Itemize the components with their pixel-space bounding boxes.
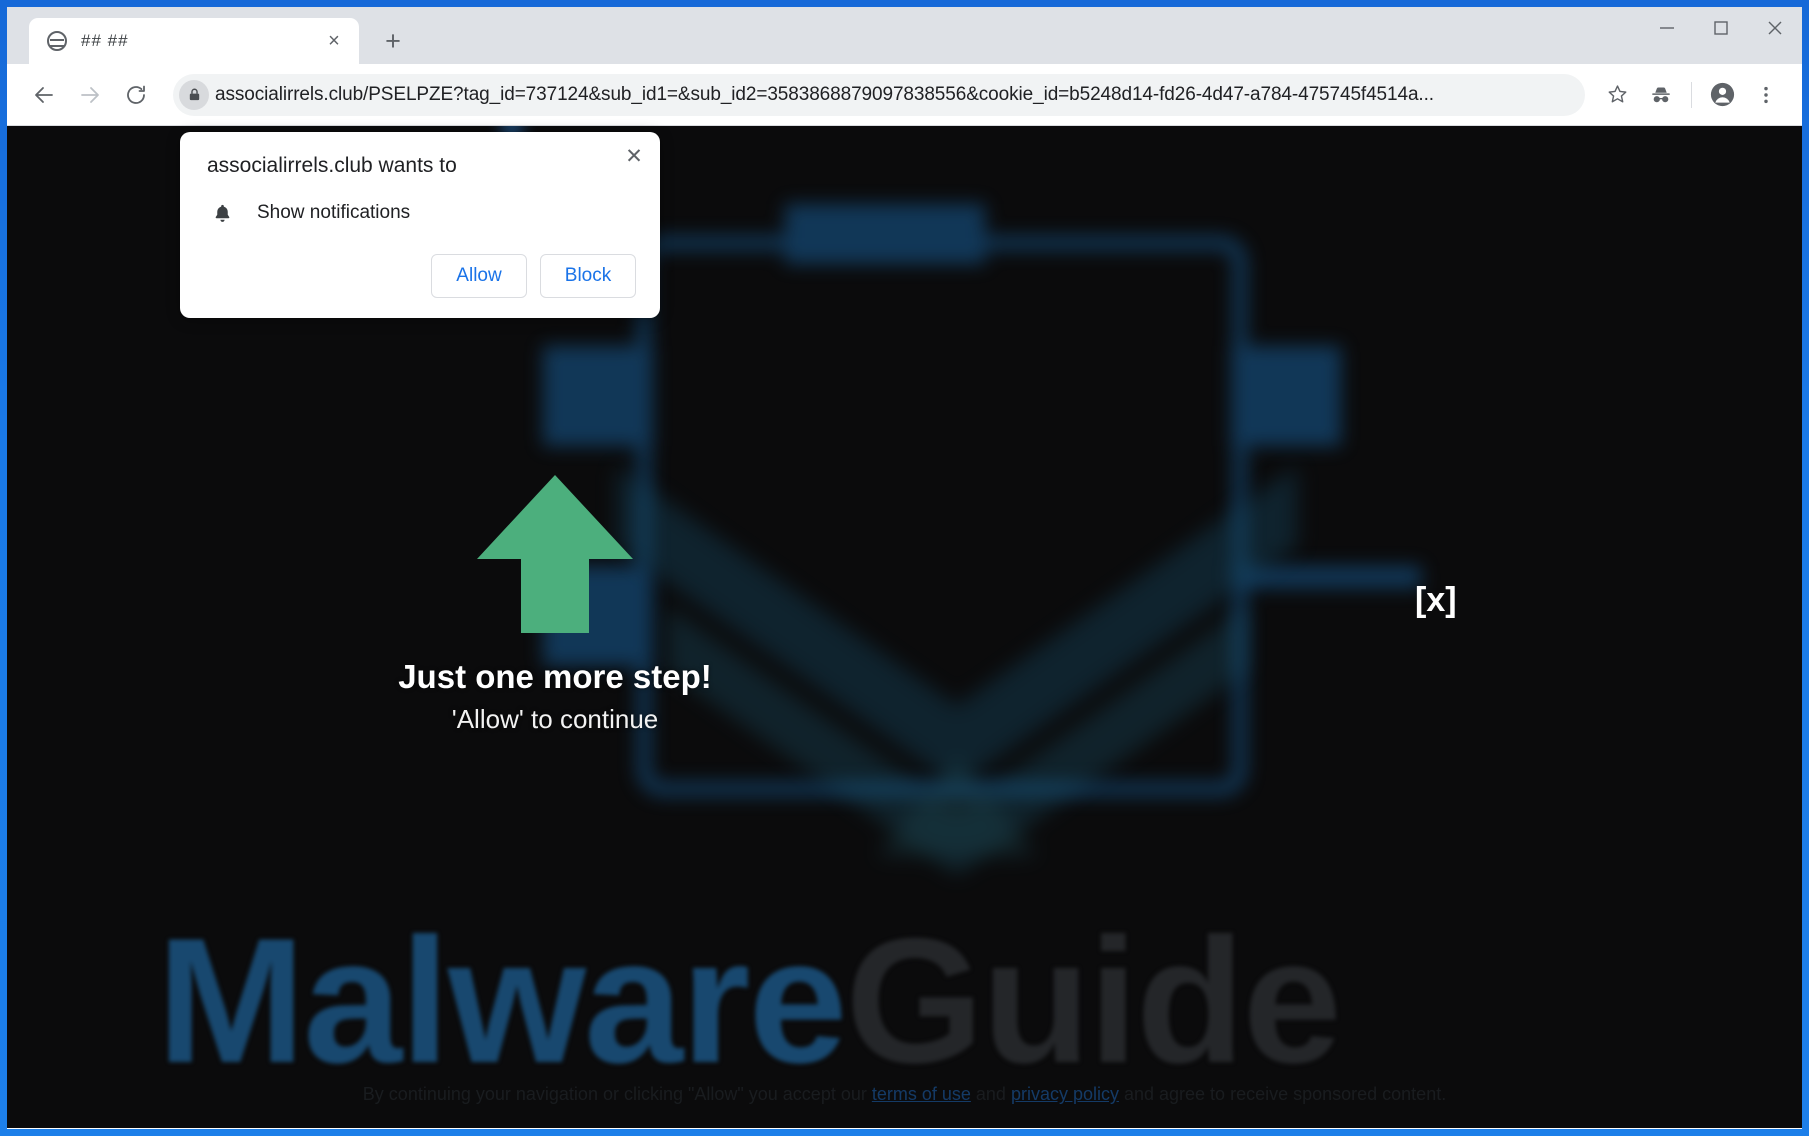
tab-strip: ## ## × + bbox=[7, 7, 1802, 64]
watermark-part-a: Malware bbox=[157, 901, 847, 1100]
footer-part-1: By continuing your navigation or clickin… bbox=[362, 1084, 872, 1105]
forward-icon[interactable] bbox=[67, 72, 113, 118]
desktop-background: ## ## × + associalirrels.club/PSELPZE?ta… bbox=[0, 0, 1809, 1136]
account-avatar-icon[interactable] bbox=[1700, 73, 1744, 117]
window-controls bbox=[1640, 7, 1802, 49]
chip-pin-right-1 bbox=[1231, 346, 1341, 446]
page-watermark: MalwareGuide bbox=[157, 912, 1342, 1090]
new-tab-button[interactable]: + bbox=[375, 23, 411, 59]
page-close-bracket[interactable]: [x] bbox=[1415, 581, 1457, 620]
allow-button[interactable]: Allow bbox=[431, 254, 527, 298]
tab-close-icon[interactable]: × bbox=[321, 28, 347, 54]
incognito-icon[interactable] bbox=[1639, 73, 1683, 117]
reload-icon[interactable] bbox=[113, 72, 159, 118]
privacy-policy-link[interactable]: privacy policy bbox=[1011, 1084, 1119, 1104]
up-arrow-icon bbox=[477, 475, 633, 633]
bell-icon bbox=[209, 203, 235, 224]
terms-of-use-link[interactable]: terms of use bbox=[872, 1084, 971, 1104]
minimize-icon[interactable] bbox=[1640, 7, 1694, 49]
site-info-button[interactable] bbox=[173, 74, 215, 116]
toolbar-divider bbox=[1691, 81, 1692, 108]
browser-tab[interactable]: ## ## × bbox=[29, 18, 359, 64]
close-icon[interactable] bbox=[1748, 7, 1802, 49]
promo-subheadline: 'Allow' to continue bbox=[451, 704, 659, 734]
browser-toolbar: associalirrels.club/PSELPZE?tag_id=73712… bbox=[7, 64, 1802, 126]
promo-headline: Just one more step! bbox=[398, 658, 712, 695]
lock-icon bbox=[179, 79, 209, 110]
dialog-actions: Allow Block bbox=[204, 254, 636, 298]
footer-part-3: and agree to receive sponsored content. bbox=[1118, 1084, 1447, 1105]
notification-permission-dialog: ✕ associalirrels.club wants to Show noti… bbox=[180, 132, 660, 318]
dialog-title: associalirrels.club wants to bbox=[207, 154, 457, 177]
tab-title: ## ## bbox=[81, 31, 129, 50]
back-icon[interactable] bbox=[21, 72, 67, 118]
chip-pin-left-1 bbox=[543, 346, 653, 446]
watermark-part-b: Guide bbox=[845, 901, 1341, 1100]
dialog-close-icon[interactable]: ✕ bbox=[620, 142, 648, 170]
permission-row: Show notifications bbox=[204, 202, 636, 224]
block-button[interactable]: Block bbox=[540, 254, 636, 298]
promo-block: Just one more step! 'Allow' to continue bbox=[390, 471, 720, 735]
star-icon[interactable] bbox=[1595, 73, 1639, 117]
maximize-icon[interactable] bbox=[1694, 7, 1748, 49]
address-bar[interactable]: associalirrels.club/PSELPZE?tag_id=73712… bbox=[173, 73, 1585, 116]
footer-legal-text: By continuing your navigation or clickin… bbox=[7, 1080, 1802, 1110]
permission-label: Show notifications bbox=[257, 202, 411, 223]
globe-icon bbox=[47, 31, 67, 51]
browser-window: ## ## × + associalirrels.club/PSELPZE?ta… bbox=[7, 7, 1802, 1129]
footer-part-2: and bbox=[970, 1084, 1011, 1105]
url-text: associalirrels.club/PSELPZE?tag_id=73712… bbox=[215, 83, 1434, 105]
three-dot-menu-icon[interactable] bbox=[1744, 73, 1788, 117]
